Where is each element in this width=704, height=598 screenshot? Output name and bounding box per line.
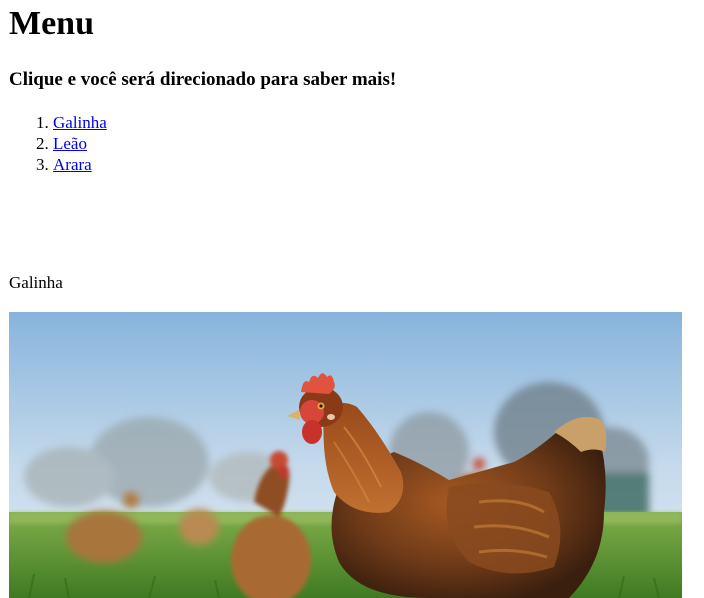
list-item: Galinha xyxy=(53,112,107,133)
menu-link-leao[interactable]: Leão xyxy=(53,134,87,153)
section-label: Galinha xyxy=(9,273,63,292)
page-subtitle: Clique e você será direcionado para sabe… xyxy=(9,69,397,90)
list-item: Arara xyxy=(53,154,107,175)
page-title: Menu xyxy=(9,5,94,42)
menu-list: Galinha Leão Arara xyxy=(9,112,107,175)
menu-link-galinha[interactable]: Galinha xyxy=(53,113,107,132)
menu-link-arara[interactable]: Arara xyxy=(53,155,92,174)
list-item: Leão xyxy=(53,133,107,154)
page-content: Menu Clique e você será direcionado para… xyxy=(9,0,699,598)
chicken-photo xyxy=(9,312,682,598)
